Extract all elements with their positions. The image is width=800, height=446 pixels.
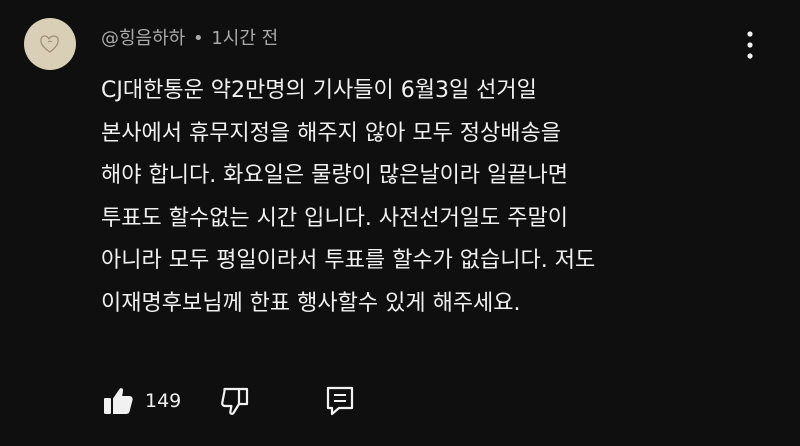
comment-meta: @힝음하하 • 1시간 전	[101, 26, 278, 52]
comment-line: 이재명후보님께 한표 행사할수 있게 해주세요.	[101, 290, 521, 316]
comment-text: CJ대한통운 약2만명의 기사들이 6월3일 선거일 본사에서 휴무지정을 해주…	[101, 70, 751, 325]
comment-line: 본사에서 휴무지정을 해주지 않아 모두 정상배송을	[101, 120, 562, 146]
comment-line: CJ대한통운 약2만명의 기사들이 6월3일 선거일	[101, 78, 537, 103]
comment-line: 투표도 할수없는 시간 입니다. 사전선거일도 주말이	[101, 205, 569, 231]
comment-line: 아니라 모두 평일이라서 투표를 할수가 없습니다. 저도	[101, 248, 596, 273]
like-button[interactable]: 149	[101, 383, 181, 419]
thumbs-down-icon	[221, 387, 249, 415]
author-name[interactable]: @힝음하하	[101, 28, 185, 49]
comment-line: 해야 합니다. 화요일은 물량이 많은날이라 일끝나면	[101, 163, 569, 188]
kebab-menu-icon	[747, 31, 753, 59]
thumbs-up-icon	[104, 388, 133, 414]
comment-time[interactable]: 1시간 전	[211, 28, 278, 49]
reply-button[interactable]	[324, 383, 356, 419]
avatar[interactable]	[24, 18, 76, 70]
reply-comment-icon	[326, 386, 354, 416]
meta-separator: •	[192, 28, 204, 49]
like-count: 149	[145, 390, 182, 412]
more-actions-button[interactable]	[738, 28, 762, 62]
heart-doodle-icon	[40, 35, 59, 53]
dislike-button[interactable]	[219, 383, 251, 419]
